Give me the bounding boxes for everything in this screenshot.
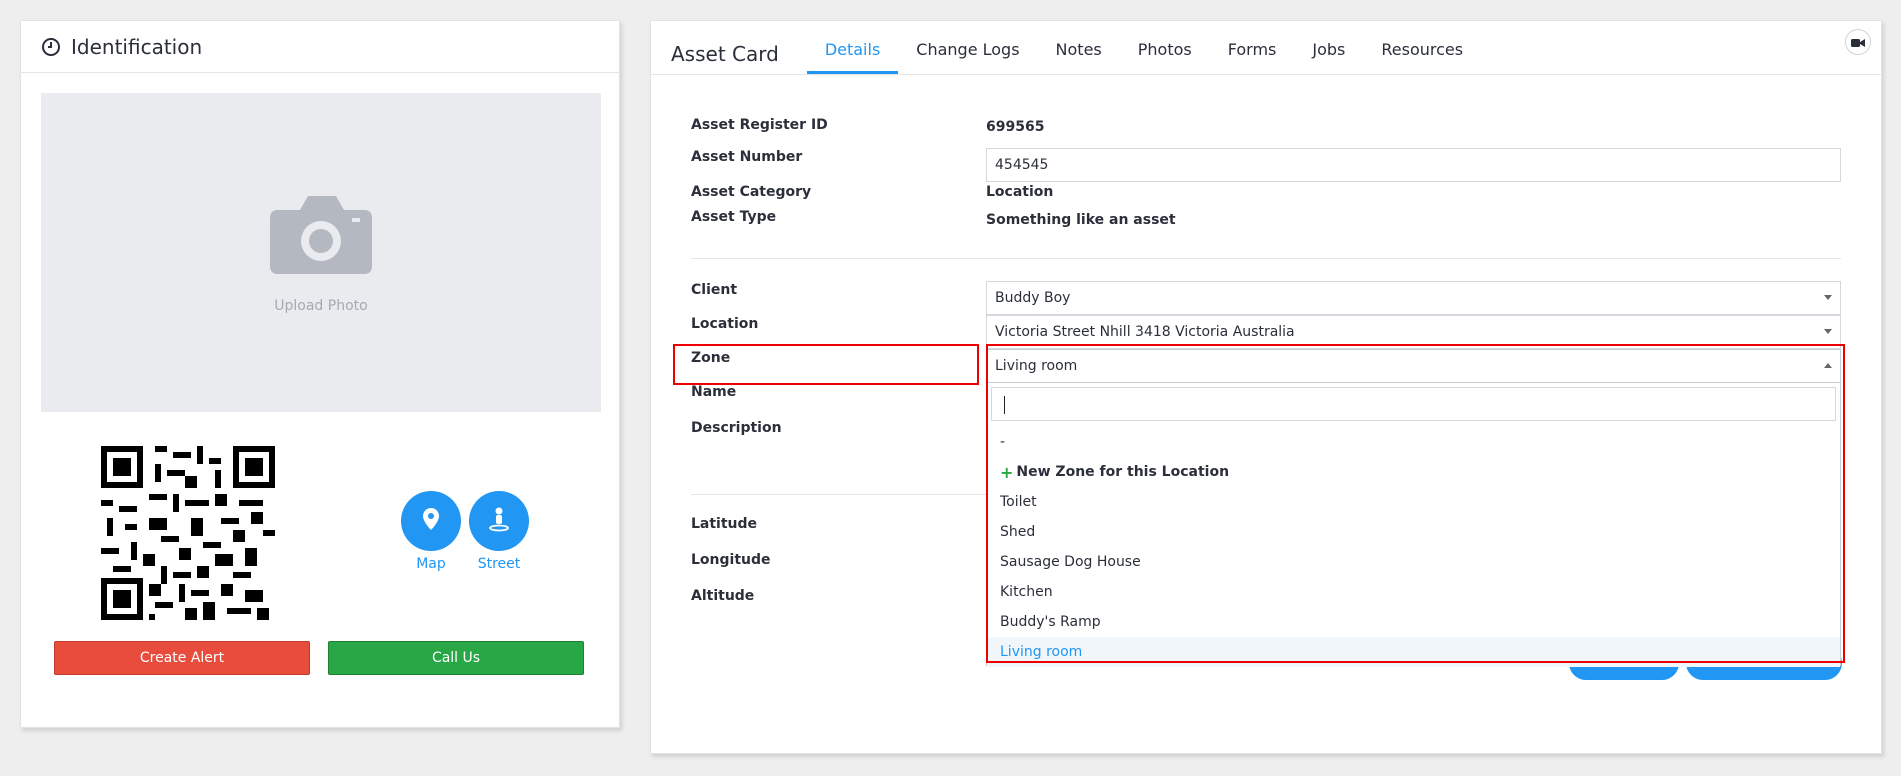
altitude-label: Altitude xyxy=(691,588,755,604)
call-us-button[interactable]: Call Us xyxy=(328,641,584,675)
name-label: Name xyxy=(691,384,737,400)
tab-resources[interactable]: Resources xyxy=(1363,40,1481,74)
tab-change-logs[interactable]: Change Logs xyxy=(898,40,1037,74)
map-label[interactable]: Map xyxy=(396,556,466,572)
qr-code xyxy=(101,446,275,620)
camera-icon xyxy=(268,192,374,280)
section-divider xyxy=(691,258,1841,259)
video-camera-icon xyxy=(1851,33,1865,52)
map-pin-icon xyxy=(422,507,440,535)
asset-card-title: Asset Card xyxy=(671,42,779,66)
longitude-label: Longitude xyxy=(691,552,771,568)
street-view-person-icon xyxy=(488,506,510,536)
asset-card-header: Asset Card Details Change Logs Notes Pho… xyxy=(651,21,1881,75)
upload-photo-label: Upload Photo xyxy=(274,297,368,314)
asset-type-label: Asset Type xyxy=(691,209,777,225)
chevron-down-icon xyxy=(1824,295,1832,300)
video-call-button[interactable] xyxy=(1845,29,1871,55)
clock-icon xyxy=(41,37,61,57)
location-select-value: Victoria Street Nhill 3418 Victoria Aust… xyxy=(995,324,1295,340)
street-view-button[interactable] xyxy=(469,491,529,551)
identification-panel: Identification Upload Photo Map Street C… xyxy=(20,20,620,728)
create-alert-button[interactable]: Create Alert xyxy=(54,641,310,675)
tab-forms[interactable]: Forms xyxy=(1210,40,1295,74)
map-button[interactable] xyxy=(401,491,461,551)
asset-number-input[interactable]: 454545 xyxy=(986,148,1841,182)
latitude-label: Latitude xyxy=(691,516,758,532)
description-label: Description xyxy=(691,420,782,436)
asset-card-tabs: Details Change Logs Notes Photos Forms J… xyxy=(806,21,1481,74)
identification-title: Identification xyxy=(71,34,203,59)
client-label: Client xyxy=(691,282,738,298)
asset-category-label: Asset Category xyxy=(691,184,812,200)
asset-register-id-value: 699565 xyxy=(986,119,1045,135)
upload-photo-area[interactable]: Upload Photo xyxy=(41,93,601,412)
asset-category-value: Location xyxy=(986,184,1054,200)
tab-details[interactable]: Details xyxy=(806,40,899,74)
chevron-down-icon xyxy=(1824,329,1832,334)
client-select-value: Buddy Boy xyxy=(995,290,1071,306)
location-label: Location xyxy=(691,316,759,332)
client-select[interactable]: Buddy Boy xyxy=(986,281,1841,315)
asset-type-value: Something like an asset xyxy=(986,212,1176,228)
asset-register-id-label: Asset Register ID xyxy=(691,117,828,133)
identification-header: Identification xyxy=(21,21,619,73)
zone-dropdown-highlight xyxy=(986,344,1845,663)
tab-photos[interactable]: Photos xyxy=(1120,40,1210,74)
tab-notes[interactable]: Notes xyxy=(1038,40,1120,74)
street-label[interactable]: Street xyxy=(464,556,534,572)
zone-label-highlight xyxy=(673,344,979,385)
asset-number-label: Asset Number xyxy=(691,149,803,165)
tab-jobs[interactable]: Jobs xyxy=(1294,40,1363,74)
